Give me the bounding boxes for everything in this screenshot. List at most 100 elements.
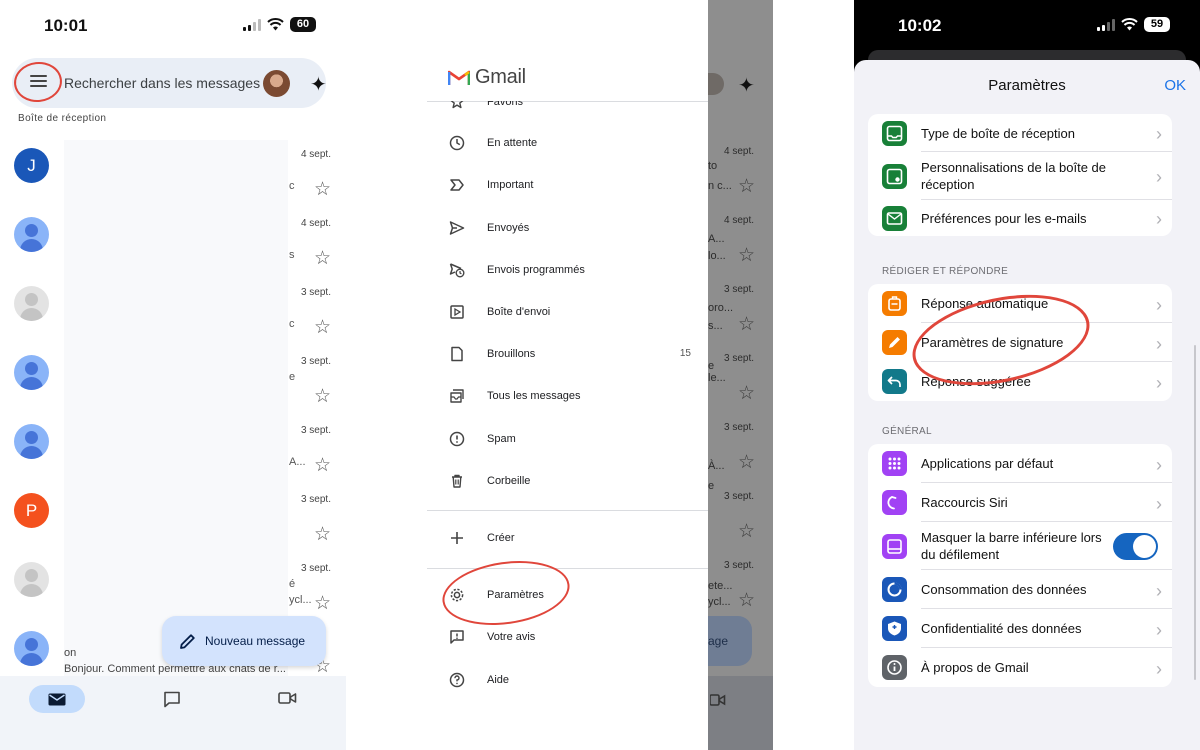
spam-icon [449, 431, 465, 447]
chat-icon[interactable] [163, 691, 181, 708]
star-icon[interactable]: ☆ [314, 249, 331, 268]
chevron-right-icon: › [1156, 619, 1162, 640]
drawer-item[interactable]: En attente [441, 123, 701, 165]
drawer-divider [427, 510, 708, 511]
email-row[interactable]: 3 sept. e ☆ [0, 351, 346, 420]
star-icon[interactable]: ☆ [314, 456, 331, 475]
drawer-item-label: Envoyés [487, 222, 530, 234]
email-row[interactable]: 4 sept. s ☆ [0, 213, 346, 282]
email-date-dimmed: 3 sept. [724, 284, 755, 295]
status-time: 10:01 [44, 16, 88, 35]
search-input[interactable]: Rechercher dans les messages [64, 75, 260, 91]
star-icon [450, 101, 464, 109]
bottom-navigation [0, 676, 346, 750]
settings-row[interactable]: Consommation des données › [868, 570, 1172, 609]
drawer-item-label: Spam [487, 433, 516, 445]
email-preview-fragment: ycl... [289, 594, 312, 606]
settings-row[interactable]: Raccourcis Siri › [868, 483, 1172, 522]
drawer-item[interactable]: Envois programmés [441, 250, 701, 292]
settings-row[interactable]: Personnalisations de la boîte de récepti… [868, 152, 1172, 200]
settings-row[interactable]: Type de boîte de réception › [868, 114, 1172, 152]
drawer-item-label: Corbeille [487, 475, 531, 487]
settings-row-label: Consommation des données [921, 582, 1087, 597]
email-snippet-partial: on [64, 647, 77, 659]
drawer-item-label: Favoris [487, 96, 524, 108]
inbox-icon [882, 120, 907, 146]
settings-row-label: Raccourcis Siri [921, 495, 1008, 510]
drawer-item[interactable]: Important [441, 165, 701, 207]
sender-avatar [14, 424, 49, 459]
compose-label: Nouveau message [205, 634, 306, 648]
inbox-custom-icon [882, 163, 907, 189]
drawer-item[interactable]: Corbeille [441, 461, 701, 503]
star-icon[interactable]: ☆ [314, 525, 331, 544]
pen-icon [882, 330, 907, 355]
scroll-indicator[interactable] [1194, 345, 1196, 680]
chevron-right-icon: › [1156, 333, 1162, 354]
bottom-navigation-dimmed [708, 676, 773, 750]
email-fragment-dimmed: to [708, 160, 718, 172]
account-avatar[interactable] [263, 70, 290, 97]
chevron-right-icon: › [1156, 372, 1162, 393]
clock-icon [449, 135, 465, 151]
apps-grid-icon [882, 451, 907, 476]
video-meet-icon [710, 694, 726, 706]
star-icon[interactable]: ☆ [314, 387, 331, 406]
settings-row[interactable]: À propos de Gmail › [868, 648, 1172, 687]
chevron-right-icon: › [1156, 294, 1162, 315]
chevron-right-icon: › [1156, 493, 1162, 514]
drawer-item[interactable]: Boîte d'envoi [441, 292, 701, 334]
status-bar: 10:02 59 [854, 0, 1200, 50]
search-bar[interactable]: Rechercher dans les messages [12, 58, 326, 108]
drawer-item-help[interactable]: Aide [441, 660, 701, 702]
email-row[interactable]: P 3 sept. ☆ [0, 489, 346, 558]
info-icon [882, 655, 907, 680]
email-date-dimmed: 3 sept. [724, 491, 755, 502]
settings-row[interactable]: Confidentialité des données › [868, 609, 1172, 648]
hide-bottom-bar-toggle[interactable] [1113, 532, 1158, 560]
gemini-sparkle-icon[interactable]: ✦ [310, 72, 327, 97]
sender-avatar: J [14, 148, 49, 183]
wifi-icon [1121, 18, 1138, 31]
drawer-item-create[interactable]: Créer [441, 518, 701, 560]
nav-mail-tab[interactable] [29, 685, 85, 713]
star-icon[interactable]: ☆ [314, 180, 331, 199]
star-icon[interactable]: ☆ [314, 594, 331, 613]
status-time: 10:02 [898, 16, 942, 35]
drawer-item-label: Créer [487, 532, 515, 544]
email-row[interactable]: 3 sept. c ☆ [0, 282, 346, 351]
shield-icon [882, 616, 907, 641]
star-icon: ☆ [738, 590, 756, 611]
scheduled-send-icon [449, 263, 465, 278]
settings-row[interactable]: Masquer la barre inférieure lors du défi… [868, 522, 1172, 570]
drawer-item-label: Votre avis [487, 631, 536, 643]
drawer-item[interactable]: Tous les messages [441, 376, 701, 418]
drawer-item-feedback[interactable]: Votre avis [441, 617, 701, 659]
email-fragment-dimmed: lo... [708, 250, 726, 262]
drawer-item[interactable]: Envoyés [441, 208, 701, 250]
email-row[interactable]: J 4 sept. c ☆ [0, 144, 346, 213]
sender-avatar [14, 355, 49, 390]
send-icon [449, 221, 465, 235]
video-meet-icon[interactable] [278, 691, 297, 705]
drawer-item[interactable]: Brouillons 15 [441, 334, 701, 376]
drawer-item[interactable]: Spam [441, 419, 701, 461]
email-fragment-dimmed: n c... [708, 180, 732, 192]
important-icon [450, 179, 464, 191]
star-icon[interactable]: ☆ [314, 318, 331, 337]
email-date: 3 sept. [300, 356, 331, 367]
compose-button[interactable]: Nouveau message [162, 616, 326, 666]
sender-avatar [14, 286, 49, 321]
email-row[interactable]: 3 sept. A... ☆ [0, 420, 346, 489]
signal-icon [1097, 18, 1115, 31]
drawer-item-count: 15 [679, 348, 691, 359]
mail-icon [48, 693, 66, 706]
settings-row[interactable]: Applications par défaut › [868, 444, 1172, 483]
settings-row[interactable]: Préférences pour les e-mails › [868, 200, 1172, 236]
ok-button[interactable]: OK [1164, 77, 1186, 94]
star-icon: ☆ [738, 176, 756, 197]
email-date: 3 sept. [300, 494, 331, 505]
email-sender-fragment: é [289, 578, 296, 590]
chevron-right-icon: › [1156, 454, 1162, 475]
reply-icon [882, 369, 907, 394]
